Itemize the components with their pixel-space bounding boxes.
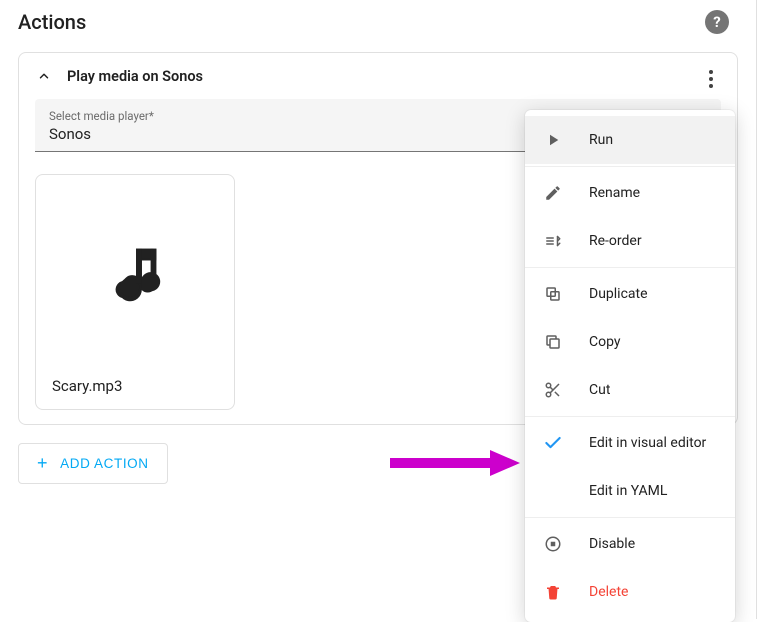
card-header[interactable]: Play media on Sonos xyxy=(19,53,737,99)
menu-label: Rename xyxy=(589,185,640,201)
menu-edit-visual[interactable]: Edit in visual editor xyxy=(525,419,735,467)
check-icon xyxy=(543,433,563,453)
add-action-button[interactable]: + ADD ACTION xyxy=(18,443,168,484)
chevron-up-icon[interactable] xyxy=(35,67,53,85)
menu-rename[interactable]: Rename xyxy=(525,169,735,217)
menu-label: Copy xyxy=(589,334,621,350)
section-title: Actions xyxy=(18,10,738,34)
menu-delete[interactable]: Delete xyxy=(525,568,735,616)
pencil-icon xyxy=(543,183,563,203)
menu-label: Edit in YAML xyxy=(589,483,667,499)
media-filename: Scary.mp3 xyxy=(52,377,218,395)
divider xyxy=(525,267,735,268)
menu-label: Duplicate xyxy=(589,286,648,302)
kebab-menu-button[interactable] xyxy=(699,67,723,91)
blank-icon xyxy=(543,481,563,501)
menu-label: Cut xyxy=(589,382,610,398)
menu-cut[interactable]: Cut xyxy=(525,366,735,414)
media-tile[interactable]: Scary.mp3 xyxy=(35,174,235,410)
menu-reorder[interactable]: Re-order xyxy=(525,217,735,265)
disable-icon xyxy=(543,534,563,554)
context-menu: Run Rename Re-order Duplicate Copy Cut xyxy=(525,110,735,622)
divider xyxy=(525,166,735,167)
music-note-icon xyxy=(52,191,220,359)
menu-disable[interactable]: Disable xyxy=(525,520,735,568)
menu-edit-yaml[interactable]: Edit in YAML xyxy=(525,467,735,515)
menu-duplicate[interactable]: Duplicate xyxy=(525,270,735,318)
scissors-icon xyxy=(543,380,563,400)
duplicate-icon xyxy=(543,284,563,304)
divider xyxy=(525,517,735,518)
copy-icon xyxy=(543,332,563,352)
add-action-label: ADD ACTION xyxy=(60,456,149,471)
card-title: Play media on Sonos xyxy=(67,68,203,85)
menu-label: Disable xyxy=(589,536,635,552)
menu-copy[interactable]: Copy xyxy=(525,318,735,366)
help-icon[interactable]: ? xyxy=(705,10,729,34)
play-icon xyxy=(543,130,563,150)
divider xyxy=(525,416,735,417)
menu-label: Re-order xyxy=(589,233,642,249)
menu-label: Run xyxy=(589,132,613,148)
reorder-icon xyxy=(543,231,563,251)
trash-icon xyxy=(543,582,563,602)
menu-label: Edit in visual editor xyxy=(589,435,706,451)
menu-label: Delete xyxy=(589,584,628,600)
menu-run[interactable]: Run xyxy=(525,116,735,164)
